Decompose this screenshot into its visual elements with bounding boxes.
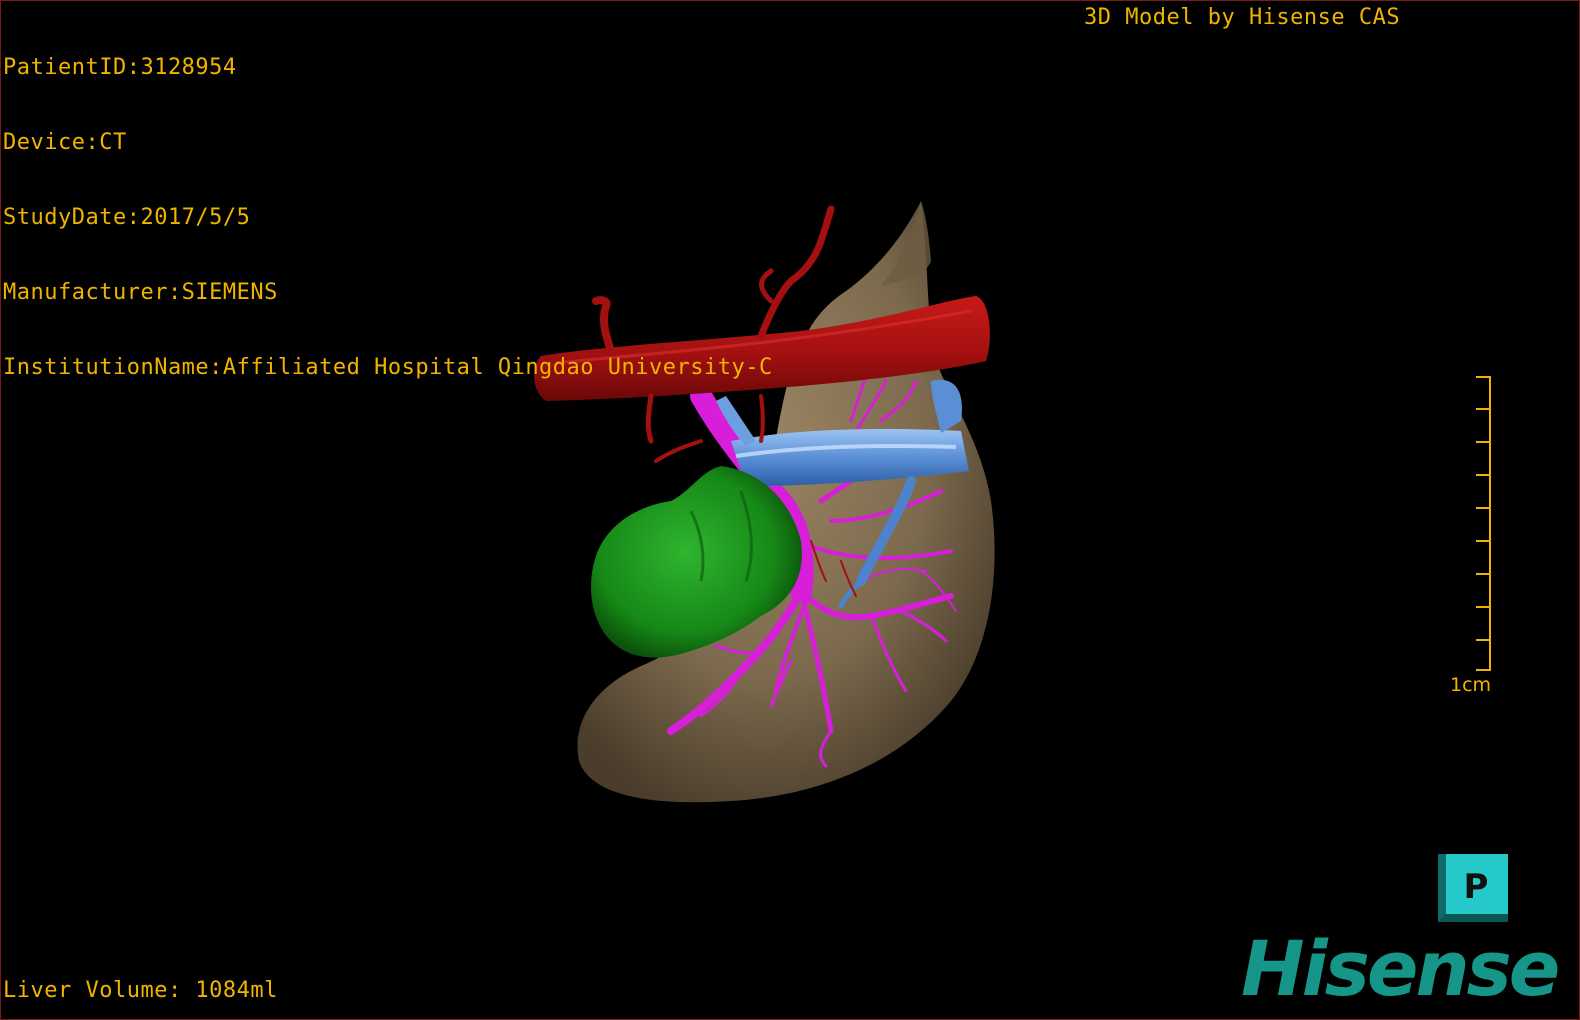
scale-label: 1cm [1450,674,1492,696]
model-brand-text: 3D Model by Hisense CAS [1084,5,1401,30]
patient-id-text: PatientID:3128954 [3,55,237,80]
hisense-logo: Hisense [1241,924,1560,1013]
3d-viewport[interactable]: PatientID:3128954 Device:CT StudyDate:20… [0,0,1580,1020]
patient-info-block: PatientID:3128954 Device:CT StudyDate:20… [3,5,773,430]
study-date-text: StudyDate:2017/5/5 [3,205,251,230]
liver-volume-text: Liver Volume: 1084ml [3,978,278,1003]
device-text: Device:CT [3,130,127,155]
institution-text: InstitutionName:Affiliated Hospital Qing… [3,355,773,380]
scale-bar [1476,376,1491,671]
manufacturer-text: Manufacturer:SIEMENS [3,280,278,305]
orientation-letter: P [1464,867,1489,907]
orientation-cube[interactable]: P [1438,854,1510,922]
